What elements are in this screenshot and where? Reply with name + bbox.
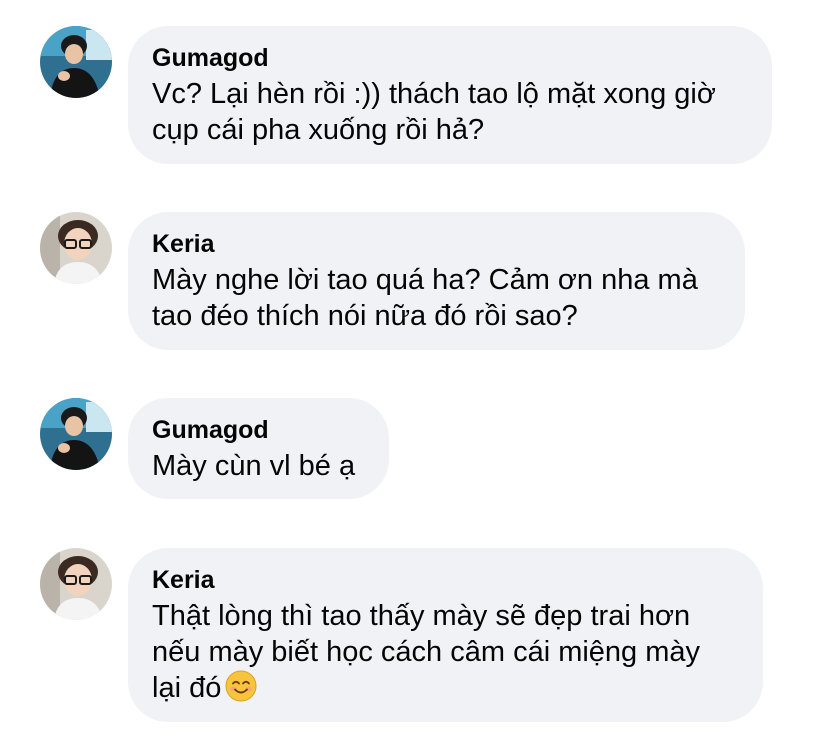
- message-bubble[interactable]: Gumagod Mày cùn vl bé ạ: [128, 398, 389, 499]
- message-line: Mày nghe lời tao quá ha? Cảm ơn nha mà: [152, 264, 698, 296]
- keria-avatar-image: [40, 212, 112, 284]
- message-line: Thật lòng thì tao thấy mày sẽ đẹp trai h…: [152, 600, 691, 632]
- message-text: Thật lòng thì tao thấy mày sẽ đẹp trai h…: [152, 598, 739, 706]
- message-text: Mày nghe lời tao quá ha? Cảm ơn nha mà t…: [152, 262, 721, 334]
- message-line: tao đéo thích nói nữa đó rồi sao?: [152, 300, 578, 332]
- message-line: nếu mày biết học cách câm cái miệng mày: [152, 636, 701, 668]
- message-author[interactable]: Gumagod: [152, 43, 748, 73]
- message-bubble[interactable]: Gumagod Vc? Lại hèn rồi :)) thách tao lộ…: [128, 26, 772, 164]
- message-line: cụp cái pha xuống rồi hả?: [152, 114, 485, 146]
- smiling-face-emoji-icon: [225, 670, 257, 702]
- gumagod-avatar[interactable]: [40, 398, 112, 470]
- keria-avatar-image: [40, 548, 112, 620]
- message-author[interactable]: Keria: [152, 229, 721, 259]
- message-line-with-emoji: lại đó: [152, 670, 739, 706]
- keria-avatar[interactable]: [40, 548, 112, 620]
- message-line: Mày cùn vl bé ạ: [152, 450, 356, 482]
- message-text: Mày cùn vl bé ạ: [152, 448, 365, 484]
- message-bubble[interactable]: Keria Mày nghe lời tao quá ha? Cảm ơn nh…: [128, 212, 745, 350]
- message-author[interactable]: Gumagod: [152, 415, 365, 445]
- message-author[interactable]: Keria: [152, 565, 739, 595]
- gumagod-avatar-image: [40, 26, 112, 98]
- message-line: lại đó: [152, 672, 222, 704]
- keria-avatar[interactable]: [40, 212, 112, 284]
- message-line: Vc? Lại hèn rồi :)) thách tao lộ mặt xon…: [152, 78, 716, 110]
- message-text: Vc? Lại hèn rồi :)) thách tao lộ mặt xon…: [152, 76, 748, 148]
- gumagod-avatar-image: [40, 398, 112, 470]
- message-bubble[interactable]: Keria Thật lòng thì tao thấy mày sẽ đẹp …: [128, 548, 763, 722]
- gumagod-avatar[interactable]: [40, 26, 112, 98]
